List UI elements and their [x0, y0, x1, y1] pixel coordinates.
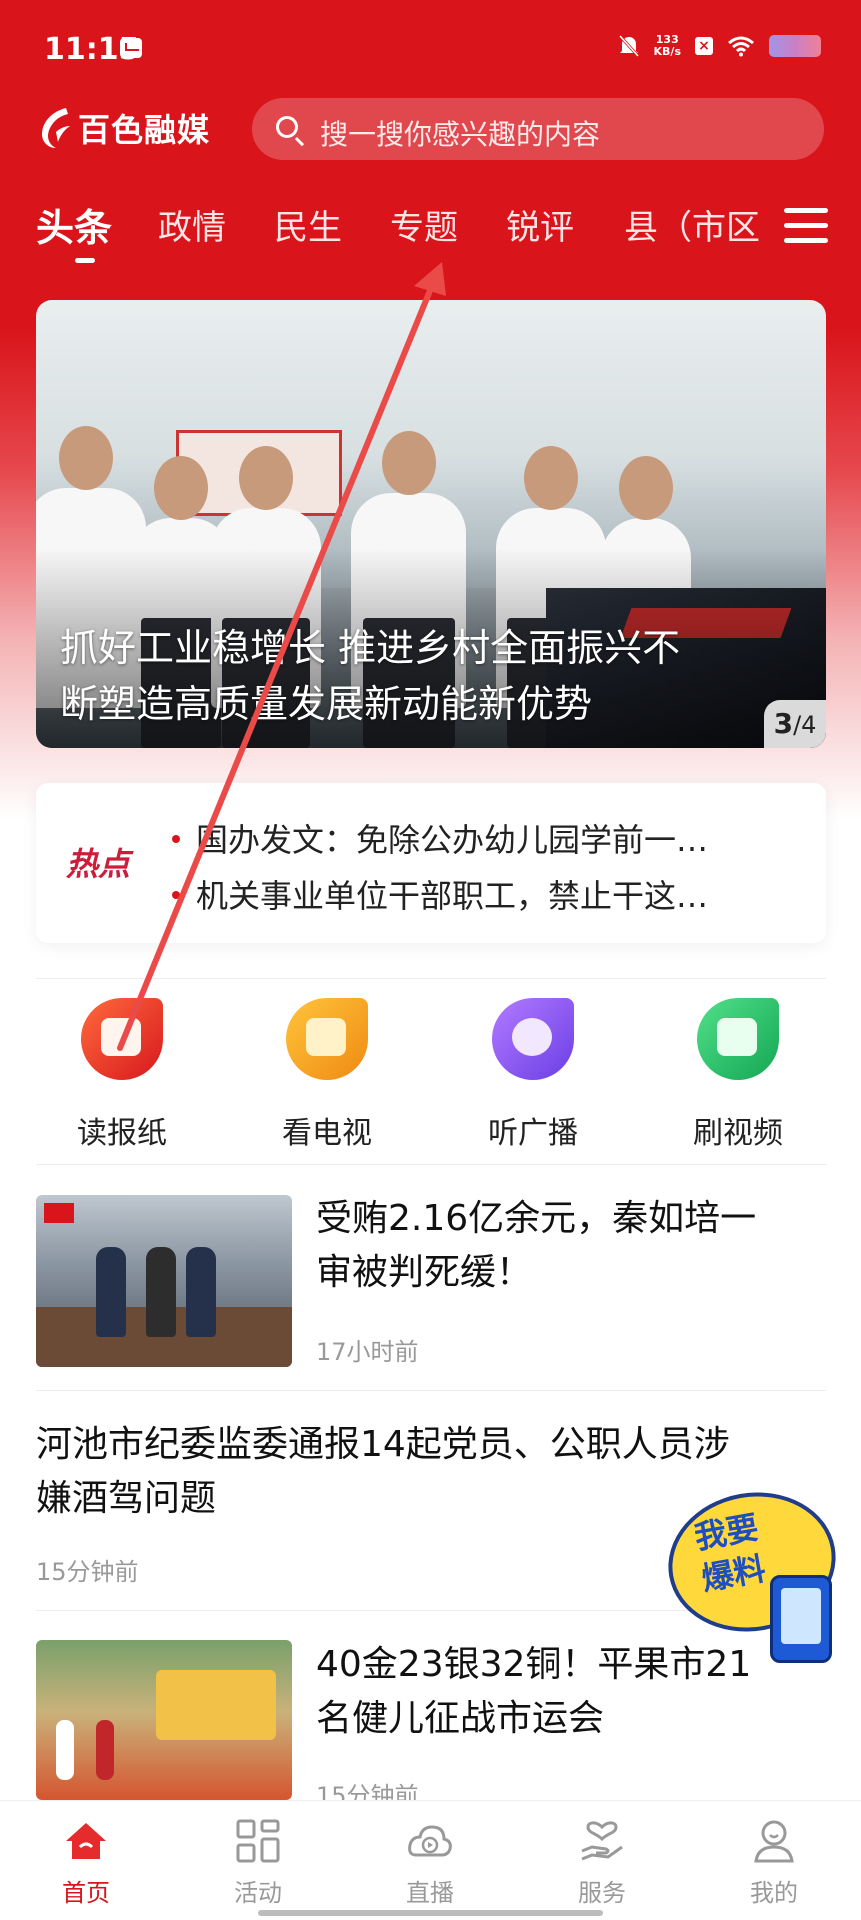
- news-thumbnail[interactable]: [36, 1195, 292, 1367]
- nav-services[interactable]: 服务: [542, 1817, 662, 1908]
- close-notification-icon: ×: [695, 37, 713, 55]
- tab-counties[interactable]: 县（市区: [624, 200, 760, 249]
- profile-icon: [750, 1817, 798, 1865]
- nav-label: 首页: [62, 1879, 110, 1907]
- news-title-line: 嫌酒驾问题: [36, 1478, 217, 1519]
- quick-entry-radio[interactable]: 听广播: [448, 996, 618, 1152]
- nav-label: 直播: [406, 1879, 454, 1907]
- news-title-line: 受贿2.16亿余元，秦如培一: [316, 1198, 757, 1239]
- banner-title: 抓好工业稳增长 推进乡村全面振兴不 断塑造高质量发展新动能新优势: [60, 620, 760, 732]
- bottom-navigation: 首页 活动 直播 服务 我的: [0, 1800, 861, 1920]
- channel-tabs: 头条 政情 民生 专题 锐评 县（市区: [0, 200, 861, 270]
- nav-label: 服务: [578, 1879, 626, 1907]
- hot-news-item[interactable]: 国办发文：免除公办幼儿园学前一…: [196, 815, 708, 861]
- report-news-badge[interactable]: 我要 爆料: [657, 1479, 847, 1665]
- home-icon: [62, 1817, 110, 1865]
- nav-label: 活动: [234, 1879, 282, 1907]
- app-screen: 11:15 133 KB/s × 百色融媒 搜一搜你感兴趣的内容 头条 政情 民…: [0, 0, 861, 1920]
- news-title[interactable]: 受贿2.16亿余元，秦如培一 审被判死缓！: [316, 1192, 756, 1300]
- logo-mark-icon: [36, 106, 72, 150]
- phone-tap-icon: [770, 1575, 832, 1663]
- quick-entry-label: 听广播: [488, 1116, 578, 1151]
- news-timestamp: 15分钟前: [36, 1558, 139, 1586]
- status-icons: 133 KB/s ×: [618, 34, 821, 58]
- nav-home[interactable]: 首页: [26, 1817, 146, 1908]
- hot-bullet: [172, 835, 180, 843]
- news-title-line: 审被判死缓！: [316, 1252, 533, 1293]
- search-icon: [276, 116, 298, 138]
- banner-title-line: 断塑造高质量发展新动能新优势: [60, 682, 593, 726]
- nav-profile[interactable]: 我的: [714, 1817, 834, 1908]
- banner-carousel[interactable]: 抓好工业稳增长 推进乡村全面振兴不 断塑造高质量发展新动能新优势 3/4: [36, 300, 826, 748]
- hot-news-card: 热点 国办发文：免除公办幼儿园学前一… 机关事业单位干部职工，禁止干这…: [36, 783, 826, 943]
- nav-live[interactable]: 直播: [370, 1817, 490, 1908]
- app-logo: 百色融媒: [36, 104, 210, 152]
- banner-title-line: 抓好工业稳增长 推进乡村全面振兴不: [60, 626, 681, 670]
- mute-bell-icon: [618, 34, 640, 58]
- tab-headlines[interactable]: 头条: [36, 197, 112, 252]
- tab-special-topics[interactable]: 专题: [390, 200, 458, 249]
- grid-icon: [234, 1817, 282, 1865]
- message-icon: [120, 38, 142, 58]
- divider: [36, 978, 826, 979]
- quick-entry-label: 看电视: [282, 1116, 372, 1151]
- home-indicator: [258, 1910, 603, 1916]
- banner-page-current: 3: [773, 707, 794, 740]
- news-timestamp: 17小时前: [316, 1338, 419, 1366]
- network-speed: 133 KB/s: [654, 34, 681, 58]
- live-icon: [406, 1817, 454, 1865]
- news-title[interactable]: 河池市纪委监委通报14起党员、公职人员涉 嫌酒驾问题: [36, 1418, 730, 1526]
- quick-entry-newspaper[interactable]: 读报纸: [37, 996, 207, 1152]
- quick-entry-tv[interactable]: 看电视: [242, 996, 412, 1152]
- tab-politics[interactable]: 政情: [158, 200, 226, 249]
- quick-entry-video[interactable]: 刷视频: [653, 996, 823, 1152]
- quick-entries: 读报纸 看电视 听广播 刷视频: [0, 996, 861, 1156]
- battery-icon: [769, 35, 821, 57]
- hot-news-item[interactable]: 机关事业单位干部职工，禁止干这…: [196, 871, 708, 917]
- radio-icon: [488, 996, 578, 1086]
- quick-entry-label: 读报纸: [77, 1116, 167, 1151]
- search-bar[interactable]: 搜一搜你感兴趣的内容: [252, 98, 824, 160]
- active-tab-indicator: [75, 258, 95, 263]
- logo-text: 百色融媒: [78, 111, 211, 149]
- tab-commentary[interactable]: 锐评: [506, 200, 574, 249]
- news-thumbnail[interactable]: [36, 1640, 292, 1800]
- divider: [36, 1164, 826, 1165]
- video-icon: [693, 996, 783, 1086]
- nav-label: 我的: [750, 1879, 798, 1907]
- network-speed-unit: KB/s: [653, 45, 681, 58]
- heart-hand-icon: [578, 1817, 626, 1865]
- newspaper-icon: [77, 996, 167, 1086]
- hot-bullet: [172, 891, 180, 899]
- tv-icon: [282, 996, 372, 1086]
- tab-livelihood[interactable]: 民生: [274, 200, 342, 249]
- search-placeholder: 搜一搜你感兴趣的内容: [320, 118, 601, 151]
- nav-activities[interactable]: 活动: [198, 1817, 318, 1908]
- divider: [36, 1390, 826, 1391]
- channel-menu-icon[interactable]: [784, 204, 828, 248]
- banner-page-total: /4: [793, 711, 817, 739]
- news-title-line: 河池市纪委监委通报14起党员、公职人员涉: [36, 1424, 730, 1465]
- news-title-line: 名健儿征战市运会: [316, 1698, 605, 1739]
- hot-label: 热点: [66, 845, 131, 883]
- status-bar: 11:15 133 KB/s ×: [0, 0, 861, 100]
- banner-page-indicator: 3/4: [764, 700, 826, 748]
- quick-entry-label: 刷视频: [693, 1116, 783, 1151]
- wifi-icon: [727, 35, 755, 57]
